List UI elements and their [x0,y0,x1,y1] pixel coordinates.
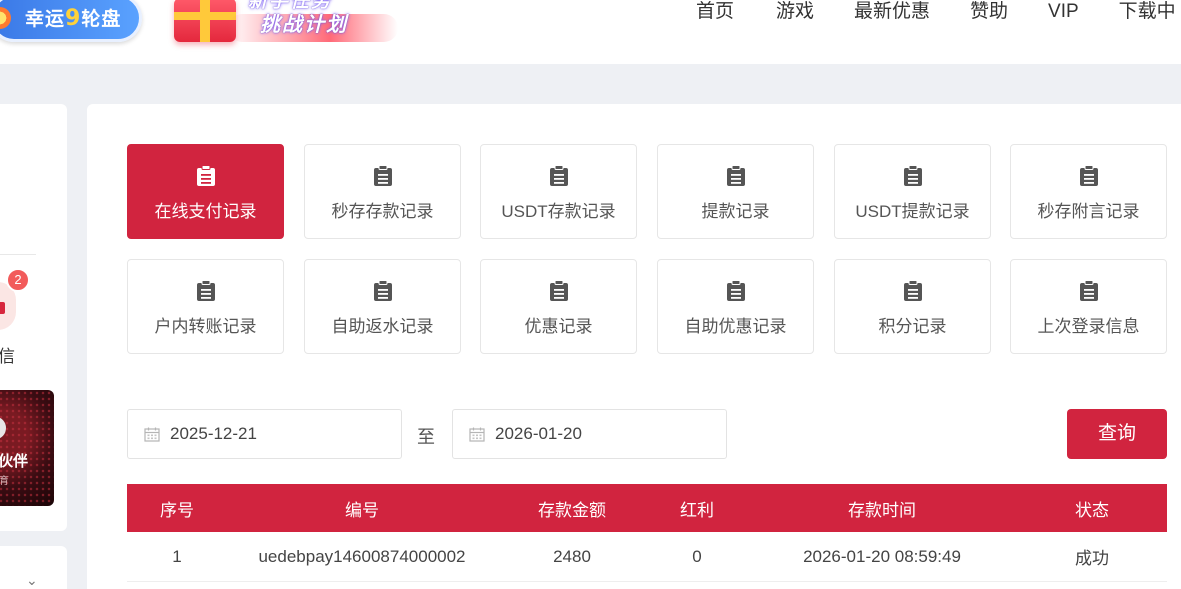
chevron-down-icon[interactable]: ⌄ [26,572,38,589]
gift-box-icon [174,0,236,42]
cell-index: 1 [172,546,182,566]
nav-games[interactable]: 游戏 [776,0,814,24]
end-date-input[interactable]: 2026-01-20 [452,409,727,459]
query-button[interactable]: 查询 [1067,409,1167,459]
tab-label: 在线支付记录 [154,202,257,221]
tab-record-3[interactable]: USDT存款记录 [480,144,637,239]
clipboard-icon [727,280,745,301]
lucky-text-a: 幸运 [25,8,66,30]
tab-label: 自助返水记录 [331,317,434,336]
cell-time: 2026-01-20 08:59:49 [803,546,961,566]
clipboard-icon [904,165,922,186]
records-panel: 在线支付记录 秒存存款记录 USDT存款记录 提款记录 USDT提款记录 秒存附言记录户内… [87,104,1181,589]
col-header-amount: 存款金额 [538,500,606,520]
calendar-icon [144,427,160,442]
clipboard-icon [550,280,568,301]
message-label[interactable]: 信 [0,342,15,367]
clipboard-icon [727,165,745,186]
col-header-bonus: 红利 [680,500,714,520]
nav-download[interactable]: 下载中 [1119,0,1176,24]
clipboard-icon [550,165,568,186]
lucky-text-b: 轮盘 [81,8,122,30]
nav-promotions[interactable]: 最新优惠 [854,0,930,24]
clipboard-icon [1080,165,1098,186]
tab-record-11[interactable]: 积分记录 [834,259,991,354]
partner-title: 伙伴 [0,453,29,470]
tab-record-12[interactable]: 上次登录信息 [1010,259,1167,354]
start-date-value: 2025-12-21 [170,424,257,443]
cell-bonus: 0 [692,546,702,566]
cell-status: 成功 [1075,549,1109,568]
partner-promo-card[interactable]: 伙伴 育 [0,390,54,506]
task-banner-line2: 挑战计划 [260,12,348,36]
lucky-text-num: 9 [65,6,82,31]
tab-record-1[interactable]: 在线支付记录 [127,144,284,239]
clipboard-icon [197,165,215,186]
wheel-icon [0,7,11,29]
records-table: 序号 编号 存款金额 红利 存款时间 状态 1 uedebpay14600874… [127,484,1167,582]
lucky-wheel-banner[interactable]: 幸运9轮盘 [0,0,142,42]
nav-home[interactable]: 首页 [696,0,736,24]
end-date-value: 2026-01-20 [495,424,582,443]
tab-label: 提款记录 [701,202,770,221]
tab-record-4[interactable]: 提款记录 [657,144,814,239]
clipboard-icon [374,280,392,301]
calendar-icon [469,427,485,442]
tab-record-2[interactable]: 秒存存款记录 [304,144,461,239]
tab-label: 上次登录信息 [1037,317,1140,336]
date-range-separator: 至 [417,427,435,447]
table-header: 序号 编号 存款金额 红利 存款时间 状态 [127,484,1167,532]
col-header-status: 状态 [1075,500,1109,520]
col-header-index: 序号 [160,500,194,520]
partner-subtitle: 育 [0,476,9,487]
start-date-input[interactable]: 2025-12-21 [127,409,402,459]
cell-amount: 2480 [553,546,591,566]
tab-record-8[interactable]: 自助返水记录 [304,259,461,354]
top-header: 幸运9轮盘 新手任务 挑战计划 首页 游戏 最新优惠 赞助 VIP 下载中 [0,0,1181,64]
table-row: 1 uedebpay14600874000002 2480 0 2026-01-… [127,532,1167,582]
main-nav: 首页 游戏 最新优惠 赞助 VIP 下载中 [696,0,1181,24]
col-header-id: 编号 [345,500,379,520]
col-header-time: 存款时间 [848,500,916,520]
message-badge: 2 [6,268,30,292]
clipboard-icon [904,280,922,301]
tab-label: 秒存存款记录 [331,202,434,221]
tab-label: 优惠记录 [524,317,593,336]
nav-vip[interactable]: VIP [1048,0,1079,24]
tab-label: 积分记录 [878,317,947,336]
tab-label: 秒存附言记录 [1037,202,1140,221]
clipboard-icon [1080,280,1098,301]
clipboard-icon [374,165,392,186]
tab-record-5[interactable]: USDT提款记录 [834,144,991,239]
sidebar-card: 2 信 伙伴 育 [0,104,67,531]
sidebar-divider [0,254,36,255]
clipboard-icon [197,280,215,301]
nav-sponsor[interactable]: 赞助 [970,0,1008,24]
cell-id: uedebpay14600874000002 [258,546,466,566]
tab-record-6[interactable]: 秒存附言记录 [1010,144,1167,239]
tab-label: 自助优惠记录 [684,317,787,336]
novice-task-banner[interactable]: 新手任务 挑战计划 [168,0,398,48]
tab-record-10[interactable]: 自助优惠记录 [657,259,814,354]
tab-label: USDT提款记录 [855,202,970,221]
tab-label: 户内转账记录 [154,317,257,336]
tab-record-9[interactable]: 优惠记录 [480,259,637,354]
sidebar-card-secondary: ⌄ [0,546,67,589]
tab-record-7[interactable]: 户内转账记录 [127,259,284,354]
tab-label: USDT存款记录 [501,202,616,221]
